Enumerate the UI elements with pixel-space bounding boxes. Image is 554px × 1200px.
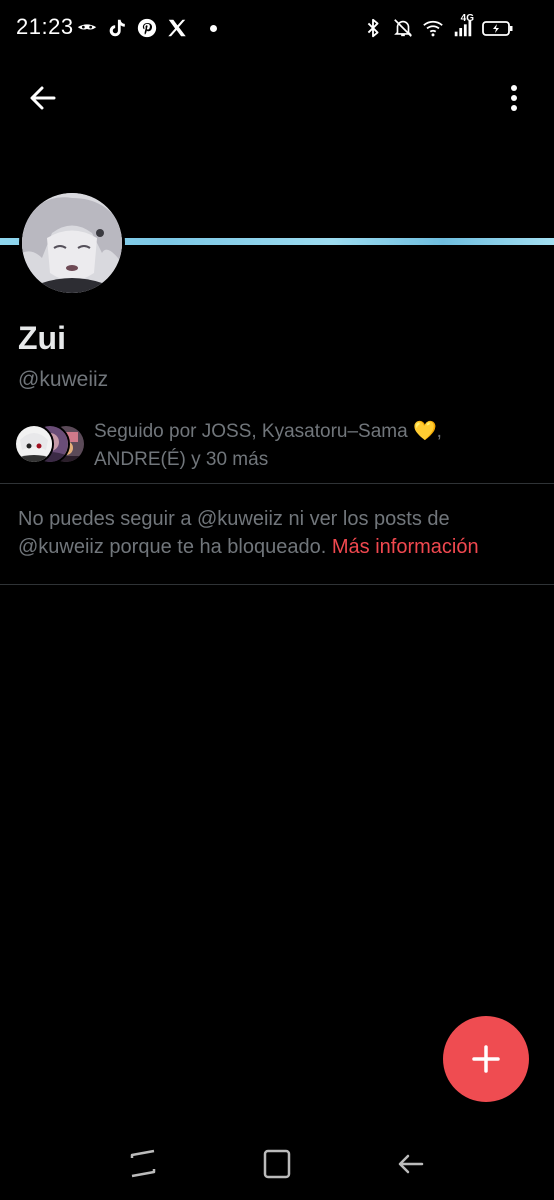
profile-avatar[interactable]: [19, 190, 125, 296]
mutual-followers-avatars[interactable]: [14, 424, 94, 464]
status-left-icons: [76, 15, 217, 41]
status-bar: 21:23 4G: [0, 0, 554, 56]
tiktok-icon: [106, 17, 128, 39]
back-button[interactable]: [24, 80, 64, 116]
battery-icon: [482, 17, 514, 39]
bluetooth-icon: [362, 17, 384, 39]
compose-button[interactable]: [443, 1016, 529, 1102]
x-icon: [166, 17, 188, 39]
network-type: 4G: [460, 13, 474, 24]
status-right-icons: [362, 15, 514, 41]
plus-icon: [472, 1045, 500, 1073]
arrow-left-icon: [30, 86, 56, 110]
home-icon: [263, 1149, 291, 1179]
notification-dot: [210, 24, 217, 32]
wifi-icon: [422, 17, 444, 39]
system-back-button[interactable]: [394, 1146, 428, 1182]
home-button[interactable]: [260, 1146, 294, 1182]
mutual-follower-avatar: [14, 424, 54, 464]
recents-button[interactable]: [126, 1146, 160, 1182]
pinterest-icon: [136, 17, 158, 39]
display-name: Zui: [18, 320, 66, 356]
divider: [0, 483, 554, 484]
followed-by-text[interactable]: Seguido por JOSS, Kyasatoru–Sama 💛, ANDR…: [94, 418, 534, 474]
status-time: 21:23: [16, 14, 74, 39]
divider: [0, 584, 554, 585]
more-options-button[interactable]: [500, 80, 528, 116]
more-info-link[interactable]: Más información: [332, 536, 479, 558]
recents-icon: [130, 1149, 156, 1178]
notifications-off-icon: [392, 17, 414, 39]
blocked-message: No puedes seguir a @kuweiiz ni ver los p…: [18, 505, 538, 561]
profile-handle: @kuweiiz: [18, 368, 109, 391]
back-icon: [398, 1154, 424, 1174]
eye-mask-icon: [76, 17, 98, 39]
more-vertical-icon: [511, 85, 517, 111]
